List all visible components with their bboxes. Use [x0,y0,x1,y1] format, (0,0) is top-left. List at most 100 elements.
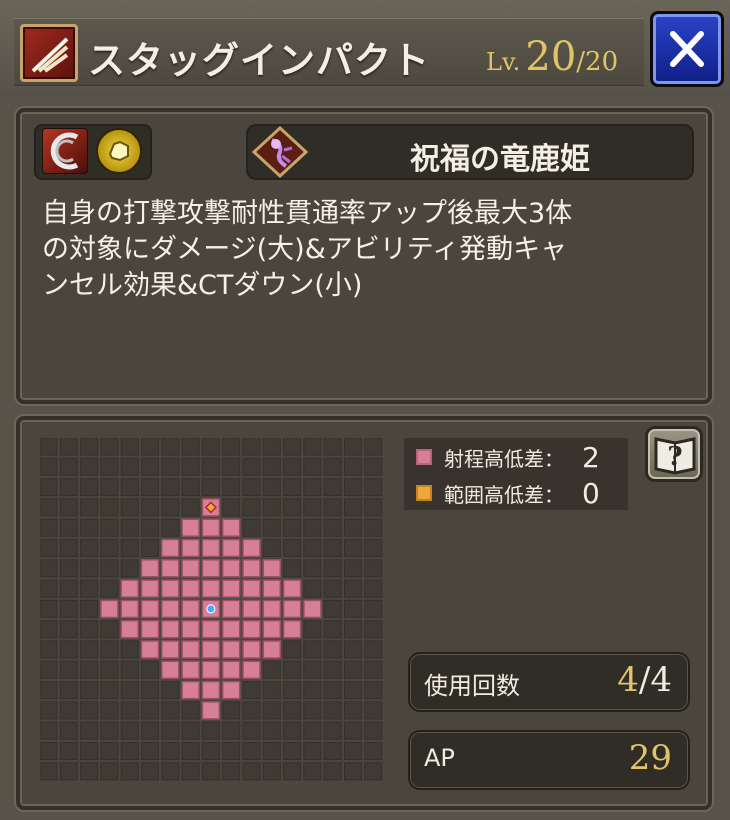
grid-cell [283,681,302,700]
grid-cell [181,438,200,456]
grid-cell [181,721,200,740]
grid-cell [283,742,302,760]
grid-cell [222,762,241,781]
close-button[interactable] [650,11,724,87]
grid-cell [222,457,241,476]
grid-cell [364,640,383,659]
description-line: の対象にダメージ(大)&アビリティ発動キャ [42,234,568,265]
legend-range-row: 射程高低差： 2 [416,440,600,474]
grid-cell [80,742,99,760]
grid-cell [100,701,119,720]
grid-cell [323,742,342,760]
grid-cell [59,660,78,679]
range-cell [303,599,322,619]
range-cell [242,579,261,598]
grid-cell [323,681,342,700]
grid-cell [344,518,362,537]
grid-cell [100,721,119,740]
grid-cell [59,518,78,537]
range-cell [100,599,119,619]
grid-cell [222,701,241,720]
grid-cell [242,701,261,720]
range-cell [221,660,241,680]
range-cell [221,640,241,659]
grid-cell [323,438,342,456]
range-grid-svg [40,438,383,781]
grid-cell [120,762,139,781]
grid-cell [303,701,322,720]
range-cell [201,680,221,700]
ap-bar: AP 29 [408,730,690,790]
range-cell [181,619,200,639]
grid-cell [262,457,281,476]
grid-cell [242,721,261,740]
grid-cell [242,438,261,456]
svg-text:?: ? [667,442,682,472]
grid-cell [100,518,119,537]
grid-cell [120,539,139,557]
grid-cell [344,701,362,720]
grid-cell [323,620,342,639]
grid-cell [100,559,119,578]
range-cell [242,559,261,578]
use-count-value: 4/4 [617,660,672,700]
grid-cell [80,457,99,476]
grid-cell [303,478,322,497]
range-cell [181,640,200,659]
grid-cell [262,681,281,700]
grid-cell [364,539,383,557]
grid-cell [80,660,99,679]
ap-label: AP [424,744,455,772]
grid-cell [141,539,159,557]
grid-cell [344,762,362,781]
range-cell [242,619,261,639]
grid-cell [40,559,58,578]
grid-cell [323,457,342,476]
help-button[interactable]: ? [645,426,703,482]
grid-cell [100,640,119,659]
grid-cell [262,660,281,679]
grid-cell [303,620,322,639]
grid-cell [161,478,180,497]
range-cell [161,660,180,680]
grid-cell [323,660,342,679]
grid-cell [141,660,159,679]
range-cell [262,579,282,598]
light-element-icon [96,128,142,174]
use-count-current: 4 [617,660,639,700]
grid-cell [161,762,180,781]
grid-cell [323,599,342,618]
grid-cell [40,438,58,456]
grid-cell [80,478,99,497]
grid-cell [141,721,159,740]
range-cell [221,599,241,619]
grid-cell [242,457,261,476]
range-cell [161,538,180,558]
area-height-value: 0 [582,476,600,510]
grid-cell [161,721,180,740]
grid-cell [323,701,342,720]
range-cell [140,599,160,619]
grid-cell [40,701,58,720]
grid-cell [303,457,322,476]
grid-cell [323,721,342,740]
grid-cell [120,640,139,659]
grid-cell [283,721,302,740]
grid-cell [283,640,302,659]
grid-cell [59,721,78,740]
grid-cell [120,498,139,517]
grid-cell [201,762,220,781]
grid-cell [40,478,58,497]
range-cell [221,619,241,639]
level-prefix: Lv. [486,48,521,76]
grid-cell [100,539,119,557]
grid-cell [59,539,78,557]
range-cell [242,660,261,680]
range-cell [221,559,241,578]
grid-cell [303,438,322,456]
grid-cell [80,620,99,639]
grid-cell [181,762,200,781]
grid-cell [344,559,362,578]
use-count-bar: 使用回数 4/4 [408,652,690,712]
use-count-separator: / [638,660,651,700]
